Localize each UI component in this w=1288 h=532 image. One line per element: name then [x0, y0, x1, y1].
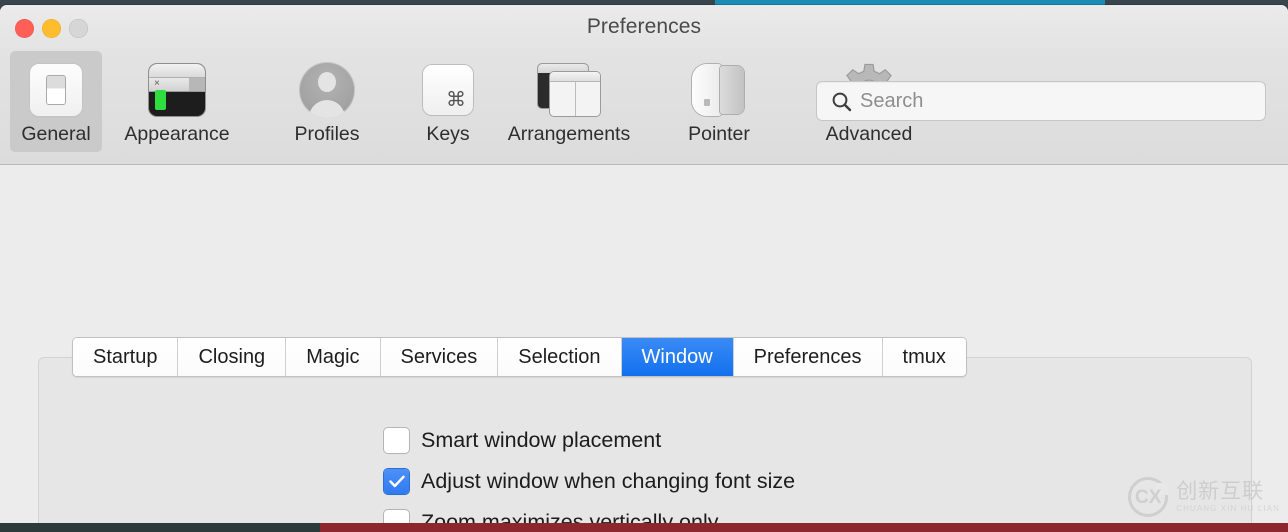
windows-stack-icon	[538, 59, 600, 121]
watermark-pinyin-text: CHUANG XIN HU LIAN	[1176, 504, 1280, 513]
tab-selection[interactable]: Selection	[498, 338, 622, 376]
mouse-icon	[690, 59, 748, 121]
toolbar-item-appearance[interactable]: × Appearance	[102, 51, 252, 152]
tab-services[interactable]: Services	[380, 338, 499, 376]
avatar-icon	[299, 59, 355, 121]
window-titlebar: Preferences	[0, 5, 1288, 51]
tab-startup[interactable]: Startup	[73, 338, 179, 376]
toolbar-item-profiles[interactable]: Profiles	[252, 51, 402, 152]
toolbar-label-profiles: Profiles	[294, 123, 360, 145]
terminal-icon: ×	[149, 59, 205, 121]
screen: Preferences General × Appearance Profile…	[0, 0, 1288, 532]
general-window-icon	[30, 59, 82, 121]
toolbar-label-pointer: Pointer	[688, 123, 750, 145]
watermark-mark-text: CX	[1134, 486, 1162, 508]
checkbox-smart-window-placement[interactable]	[384, 428, 409, 453]
watermark-chinese-text: 创新互联	[1176, 480, 1265, 503]
search-placeholder: Search	[860, 89, 924, 112]
watermark-logo-icon: CX	[1128, 477, 1169, 517]
settings-panel: Smart window placement Adjust window whe…	[38, 357, 1252, 524]
search-field[interactable]: Search	[816, 81, 1266, 121]
toolbar-label-appearance: Appearance	[124, 123, 230, 145]
settings-tab-bar: Startup Closing Magic Services Selection…	[72, 337, 967, 377]
search-icon	[831, 91, 852, 112]
toolbar-label-general: General	[21, 123, 91, 145]
tab-window[interactable]: Window	[621, 338, 734, 376]
command-key-icon: ⌘	[423, 59, 473, 121]
toolbar-item-keys[interactable]: ⌘ Keys	[402, 51, 494, 152]
checkbox-zoom-maximizes-vertically[interactable]	[384, 510, 409, 524]
tab-tmux[interactable]: tmux	[882, 338, 966, 376]
toolbar-item-arrangements[interactable]: Arrangements	[494, 51, 644, 152]
option-label: Adjust window when changing font size	[421, 469, 796, 493]
toolbar-item-pointer[interactable]: Pointer	[644, 51, 794, 152]
toolbar-item-general[interactable]: General	[10, 51, 102, 152]
tab-preferences[interactable]: Preferences	[733, 338, 883, 376]
options-list: Smart window placement Adjust window whe…	[384, 420, 795, 524]
desktop-bottom-strip	[0, 523, 1288, 532]
toolbar-label-keys: Keys	[426, 123, 470, 145]
checkbox-adjust-window-font-size[interactable]	[384, 469, 409, 494]
watermark: CX 创新互联 CHUANG XIN HU LIAN	[1128, 477, 1280, 517]
option-row[interactable]: Adjust window when changing font size	[384, 461, 795, 502]
preferences-body: Smart window placement Adjust window whe…	[0, 165, 1288, 524]
option-label: Zoom maximizes vertically only	[421, 510, 719, 524]
option-row[interactable]: Zoom maximizes vertically only	[384, 502, 795, 524]
preferences-toolbar: General × Appearance Profiles ⌘ Keys Arr…	[0, 51, 1288, 165]
window-title: Preferences	[586, 15, 702, 38]
option-label: Smart window placement	[421, 428, 662, 452]
option-row[interactable]: Smart window placement	[384, 420, 795, 461]
tab-closing[interactable]: Closing	[178, 338, 287, 376]
desktop-bottom-accent	[320, 523, 1288, 532]
toolbar-label-advanced: Advanced	[825, 123, 913, 145]
toolbar-label-arrangements: Arrangements	[507, 123, 631, 145]
preferences-window: Preferences General × Appearance Profile…	[0, 5, 1288, 524]
tab-magic[interactable]: Magic	[286, 338, 381, 376]
